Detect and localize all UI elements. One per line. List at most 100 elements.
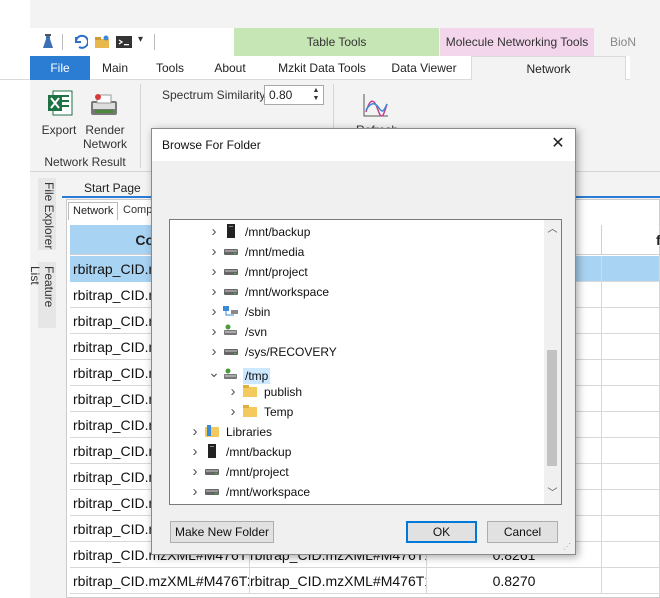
tree-item[interactable]: › /sys/RECOVERY (207, 342, 339, 362)
cancel-button[interactable]: Cancel (487, 521, 558, 543)
table-cell[interactable]: 0.8270 (427, 568, 602, 594)
chevron-down-icon[interactable]: ⌄ (207, 362, 221, 382)
spin-arrows-icon[interactable]: ▲ ▼ (311, 87, 321, 103)
chevron-right-icon[interactable]: › (188, 422, 202, 442)
chevron-right-icon[interactable]: › (207, 342, 221, 362)
dialog-title: Browse For Folder (162, 138, 261, 152)
scroll-down-icon[interactable]: ﹀ (544, 486, 561, 502)
tree-item-label: /svn (245, 325, 268, 339)
folder-icon (240, 385, 262, 399)
tree-item[interactable]: › /svn (207, 322, 269, 342)
tree-item-label: publish (264, 385, 303, 399)
tree-scrollbar[interactable]: ︿ ﹀ (544, 220, 561, 504)
render-network-button[interactable]: Render Network (80, 123, 130, 151)
qat-dropdown-icon[interactable]: ▾ (138, 34, 143, 45)
scroll-up-icon[interactable]: ︿ (544, 222, 561, 238)
network-share-icon (221, 368, 243, 383)
drive-icon (202, 465, 224, 479)
chevron-right-icon[interactable]: › (207, 282, 221, 302)
tab-network[interactable]: Network (471, 56, 626, 81)
side-tab-file-explorer[interactable]: File Explorer (38, 178, 56, 250)
table-cell[interactable] (602, 386, 660, 412)
chevron-right-icon[interactable]: › (207, 302, 221, 322)
group-label-network-result: Network Result (44, 155, 126, 169)
tree-item-label: /sys/RECOVERY (245, 345, 337, 359)
side-tab-feature-list[interactable]: Feature List (28, 262, 56, 328)
table-cell[interactable]: rbitrap_CID.mzXML#M476T2 (70, 568, 250, 594)
render-network-label-line1: Render (85, 123, 125, 137)
tree-item[interactable]: › /mnt/backup (188, 442, 293, 462)
excel-export-icon[interactable] (47, 90, 73, 116)
chevron-right-icon[interactable]: › (226, 382, 240, 402)
table-cell[interactable] (602, 568, 660, 594)
table-cell[interactable] (602, 412, 660, 438)
tower-drive-icon (202, 444, 224, 459)
export-button[interactable]: Export (38, 123, 80, 137)
chevron-right-icon[interactable]: › (188, 442, 202, 462)
inner-tab-network[interactable]: Network (68, 202, 119, 220)
tree-item[interactable]: › /mnt/media (207, 242, 306, 262)
tab-file[interactable]: File (30, 56, 90, 80)
scrollbar-thumb[interactable] (547, 350, 557, 466)
chevron-right-icon[interactable]: › (188, 462, 202, 482)
refresh-chart-icon[interactable] (362, 92, 390, 118)
tree-item-label: Libraries (226, 425, 273, 439)
grid-header-col4[interactable]: f (602, 225, 660, 255)
tree-item-label: Network (224, 504, 272, 505)
chevron-right-icon[interactable]: › (207, 222, 221, 242)
tree-item[interactable]: › /sbin (207, 302, 272, 322)
table-cell[interactable] (602, 334, 660, 360)
table-cell[interactable] (602, 308, 660, 334)
chevron-right-icon[interactable]: › (207, 262, 221, 282)
spectrum-similarity-spinbox[interactable]: 0.80 ▲ ▼ (264, 85, 324, 105)
tree-item[interactable]: ⌄/tmp (207, 362, 271, 384)
tree-item[interactable]: › publish (226, 382, 304, 402)
table-cell[interactable]: rbitrap_CID.mzXML#M476T1 (250, 568, 427, 594)
table-cell[interactable] (602, 490, 660, 516)
chevron-right-icon[interactable]: › (188, 502, 202, 504)
chevron-right-icon[interactable]: › (207, 242, 221, 262)
tree-item[interactable]: › Temp (226, 402, 295, 422)
render-network-icon[interactable] (90, 93, 118, 117)
chevron-right-icon[interactable]: › (188, 482, 202, 502)
table-cell[interactable] (602, 256, 660, 282)
table-cell[interactable] (602, 282, 660, 308)
open-folder-icon[interactable] (94, 34, 110, 50)
tree-item[interactable]: › /mnt/backup (207, 222, 312, 242)
tab-about[interactable]: About (206, 56, 254, 80)
tree-item[interactable]: › /mnt/project (188, 462, 291, 482)
undo-icon[interactable] (72, 34, 88, 50)
context-group-bio-truncated: BioN (610, 35, 636, 49)
chevron-right-icon[interactable]: › (226, 402, 240, 422)
tab-tools[interactable]: Tools (148, 56, 192, 80)
spectrum-similarity-label: Spectrum Similarity (162, 88, 266, 102)
drive-icon (221, 345, 243, 359)
ok-button[interactable]: OK (406, 521, 477, 543)
table-cell[interactable] (602, 516, 660, 542)
tab-mzkit-data-tools[interactable]: Mzkit Data Tools (270, 56, 374, 80)
terminal-icon[interactable] (116, 34, 132, 50)
table-row[interactable]: rbitrap_CID.mzXML#M476T2 rbitrap_CID.mzXM… (70, 568, 660, 594)
tree-item[interactable]: › Network (188, 502, 272, 505)
tab-data-viewer[interactable]: Data Viewer (384, 56, 464, 80)
folder-tree[interactable]: › /mnt/backup › /mnt/media › /mnt/project › /mn… (169, 219, 562, 505)
chevron-right-icon[interactable]: › (207, 322, 221, 342)
tree-item-label: /mnt/project (245, 265, 308, 279)
table-cell[interactable] (602, 438, 660, 464)
tree-item[interactable]: › /mnt/workspace (188, 482, 312, 502)
table-cell[interactable] (602, 464, 660, 490)
resize-grip-icon[interactable]: ⋰ (563, 542, 573, 552)
close-icon[interactable]: ✕ (541, 129, 575, 159)
make-new-folder-button[interactable]: Make New Folder (170, 521, 274, 543)
render-network-label-line2: Network (82, 137, 127, 151)
context-group-table-tools: Table Tools (234, 28, 439, 56)
flask-icon[interactable] (42, 34, 54, 50)
tab-main[interactable]: Main (92, 56, 138, 80)
tree-item[interactable]: › /mnt/project (207, 262, 310, 282)
table-cell[interactable] (602, 360, 660, 386)
table-cell[interactable] (602, 542, 660, 568)
tree-item[interactable]: › Libraries (188, 422, 274, 442)
tree-item[interactable]: › /mnt/workspace (207, 282, 331, 302)
browse-folder-dialog: Browse For Folder ✕ › /mnt/backup › /mnt/me… (151, 128, 576, 555)
tree-item-label: /mnt/project (226, 465, 289, 479)
